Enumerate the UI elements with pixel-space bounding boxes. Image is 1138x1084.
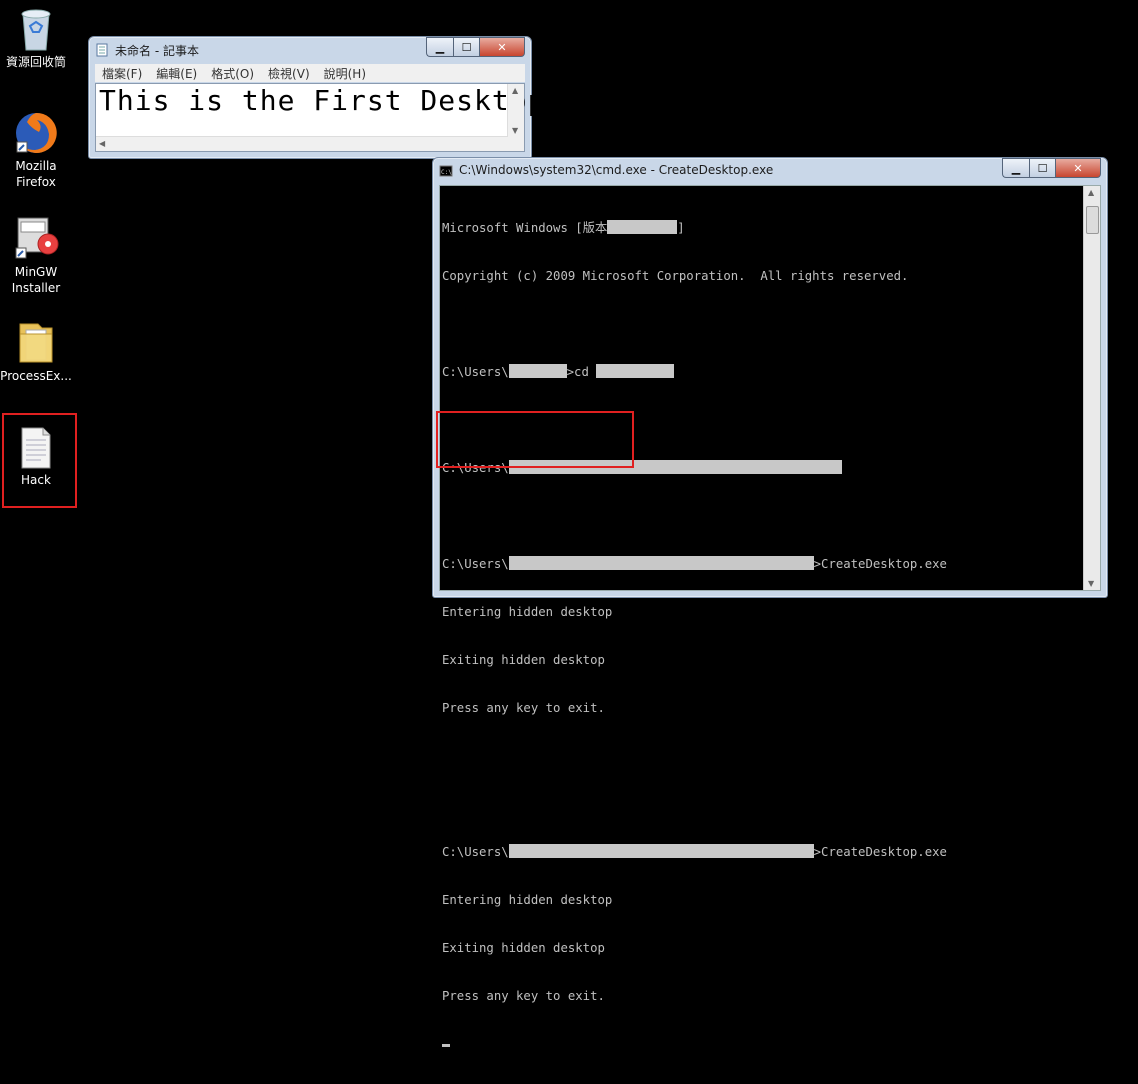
cmd-titlebar[interactable]: C:\ C:\Windows\system32\cmd.exe - Create…: [433, 158, 1107, 184]
maximize-icon: ☐: [461, 40, 472, 54]
menu-file[interactable]: 檔案(F): [95, 64, 149, 82]
folder-icon: [19, 323, 53, 363]
console-line: Exiting hidden desktop: [442, 653, 605, 667]
console-line: Press any key to exit.: [442, 701, 605, 715]
cmd-title: C:\Windows\system32\cmd.exe - CreateDesk…: [459, 163, 774, 177]
desktop-icon-firefox[interactable]: Mozilla Firefox: [0, 110, 72, 190]
minimize-button[interactable]: ▁: [426, 37, 453, 57]
desktop-icon-label: Hack: [21, 473, 51, 487]
cmd-console[interactable]: Microsoft Windows [版本] Copyright (c) 200…: [439, 185, 1101, 1047]
console-line: Exiting hidden desktop: [442, 941, 605, 955]
close-icon: ✕: [1073, 161, 1083, 175]
desktop-icon-processex[interactable]: ProcessEx...: [0, 318, 72, 384]
installer-icon: [15, 217, 59, 259]
desktop-icon-label: ProcessEx...: [0, 369, 72, 383]
console-line: C:\Users\ >CreateDesktop.exe: [442, 844, 947, 859]
text-cursor: [442, 1044, 450, 1047]
scroll-down-icon[interactable]: ▼: [1088, 579, 1094, 588]
desktop-icon-recycle-bin[interactable]: 資源回收筒: [0, 6, 72, 70]
maximize-button[interactable]: ☐: [1029, 158, 1055, 178]
menu-format[interactable]: 格式(O): [204, 64, 261, 82]
cmd-icon: C:\: [439, 165, 453, 177]
console-line: Press any key to exit.: [442, 989, 605, 1003]
notepad-title: 未命名 - 記事本: [115, 44, 199, 58]
console-line: C:\Users\ >CreateDesktop.exe: [442, 556, 947, 571]
close-icon: ✕: [497, 40, 507, 54]
console-line: Copyright (c) 2009 Microsoft Corporation…: [442, 269, 909, 283]
close-button[interactable]: ✕: [1055, 158, 1101, 178]
output-highlight: [436, 411, 634, 468]
console-line: Entering hidden desktop: [442, 893, 613, 907]
svg-text:C:\: C:\: [441, 169, 452, 176]
minimize-button[interactable]: ▁: [1002, 158, 1029, 178]
scroll-down-icon[interactable]: ▼: [512, 126, 518, 135]
text-file-icon: [21, 427, 51, 469]
window-controls: ▁ ☐ ✕: [426, 37, 525, 57]
console-line: Entering hidden desktop: [442, 605, 613, 619]
desktop-icon-label: 資源回收筒: [5, 55, 66, 69]
redacted-block: [607, 220, 678, 234]
cmd-window: C:\ C:\Windows\system32\cmd.exe - Create…: [432, 157, 1108, 1047]
menu-help[interactable]: 說明(H): [317, 64, 373, 82]
notepad-editor[interactable]: This is the First Desktop ▲ ▼ ◀: [95, 83, 544, 152]
console-line: Microsoft Windows [版本]: [442, 220, 685, 235]
console-line: C:\Users\ >cd: [442, 364, 947, 380]
desktop-icon-label: MinGW Installer: [11, 265, 61, 295]
redacted-block: [596, 364, 675, 378]
cmd-vertical-scrollbar[interactable]: ▲ ▼: [1083, 186, 1100, 590]
close-button[interactable]: ✕: [479, 37, 525, 57]
menu-view[interactable]: 檢視(V): [261, 64, 317, 82]
scroll-thumb[interactable]: [1086, 206, 1099, 234]
notepad-menubar: 檔案(F) 編輯(E) 格式(O) 檢視(V) 說明(H): [95, 64, 525, 82]
notepad-window: 未命名 - 記事本 ▁ ☐ ✕ 檔案(F) 編輯(E) 格式(O) 檢視(V) …: [88, 36, 544, 159]
notepad-titlebar[interactable]: 未命名 - 記事本 ▁ ☐ ✕: [89, 37, 531, 63]
minimize-icon: ▁: [1011, 161, 1021, 175]
scroll-left-icon[interactable]: ◀: [99, 139, 105, 148]
redacted-block: [508, 556, 814, 570]
recycle-bin-icon: [21, 9, 51, 51]
maximize-button[interactable]: ☐: [453, 37, 479, 57]
firefox-icon: [16, 112, 57, 153]
window-controls: ▁ ☐ ✕: [1002, 158, 1101, 178]
desktop-icon-mingw[interactable]: MinGW Installer: [0, 214, 72, 296]
redacted-block: [508, 844, 814, 858]
maximize-icon: ☐: [1037, 161, 1048, 175]
console-cursor-line: [442, 1036, 947, 1052]
scroll-up-icon[interactable]: ▲: [1088, 188, 1094, 197]
menu-edit[interactable]: 編輯(E): [149, 64, 204, 82]
notepad-text[interactable]: This is the First Desktop: [99, 84, 545, 117]
notepad-horizontal-scrollbar[interactable]: ◀: [96, 136, 508, 151]
desktop-icon-hack[interactable]: Hack: [0, 426, 72, 488]
notepad-vertical-scrollbar[interactable]: ▲ ▼: [507, 84, 524, 151]
minimize-icon: ▁: [435, 40, 445, 54]
redacted-block: [508, 364, 567, 378]
console-output: Microsoft Windows [版本] Copyright (c) 200…: [442, 188, 947, 1084]
scroll-up-icon[interactable]: ▲: [512, 86, 518, 95]
notepad-icon: [96, 43, 108, 57]
desktop-icon-label: Mozilla Firefox: [15, 159, 57, 189]
